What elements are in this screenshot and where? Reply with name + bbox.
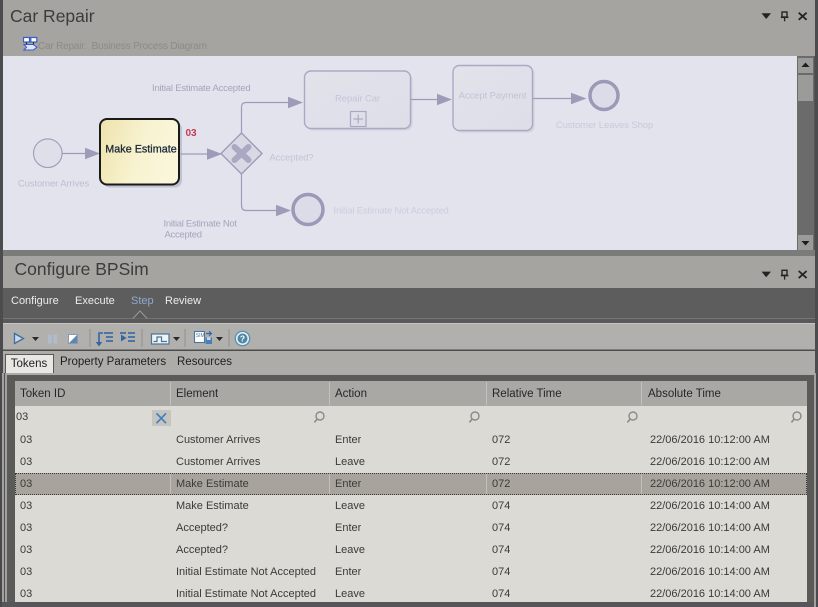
svg-text:Accepted: Accepted (165, 230, 202, 241)
svg-text:Initial Estimate Accepted: Initial Estimate Accepted (152, 83, 251, 94)
svg-text:Accepted?: Accepted? (270, 153, 314, 164)
svg-text:03: 03 (186, 128, 198, 139)
svg-text:Repair Car: Repair Car (335, 94, 380, 105)
svg-text:Initial Estimate Not: Initial Estimate Not (164, 219, 238, 230)
svg-text:Customer Arrives: Customer Arrives (18, 179, 90, 190)
svg-text:?: ? (240, 333, 245, 343)
svg-text:Initial Estimate Not Accepted: Initial Estimate Not Accepted (334, 206, 449, 217)
svg-text:Accept Payment: Accept Payment (459, 91, 527, 102)
svg-text:SIM: SIM (196, 333, 205, 339)
svg-text:Customer Leaves Shop: Customer Leaves Shop (556, 120, 653, 131)
svg-text:Make Estimate: Make Estimate (105, 144, 176, 156)
